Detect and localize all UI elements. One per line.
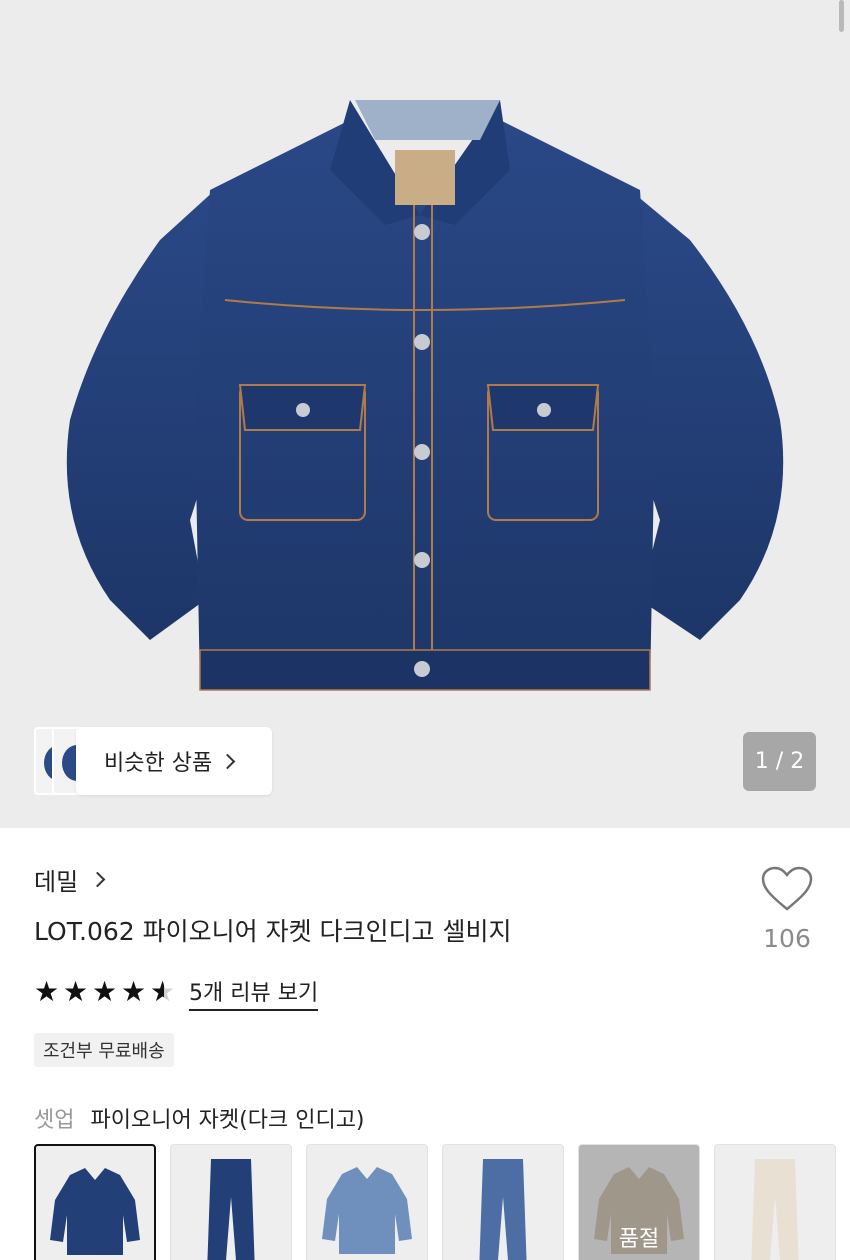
setup-thumb-jacket-dark[interactable] <box>34 1144 156 1260</box>
setup-row: 셋업 파이오니어 자켓(다크 인디고) <box>34 1102 365 1134</box>
chevron-right-icon <box>89 871 106 888</box>
star-icon: ★ <box>92 975 118 1008</box>
product-image-gallery[interactable]: 비슷한 상품 1 / 2 <box>0 0 850 828</box>
star-icon: ★ <box>63 975 89 1008</box>
pants-image <box>207 1159 255 1260</box>
setup-name: 파이오니어 자켓(다크 인디고) <box>90 1108 365 1133</box>
star-icon: ★ <box>34 975 60 1008</box>
pants-image <box>751 1159 799 1260</box>
product-title: LOT.062 파이오니어 자켓 다크인디고 셀비지 <box>34 917 512 946</box>
review-link[interactable]: 5개 리뷰 보기 <box>189 975 319 1011</box>
half-star-icon: ★ ★ <box>150 975 176 1008</box>
star-icon: ★ <box>121 975 147 1008</box>
image-counter: 1 / 2 <box>743 732 816 791</box>
heart-icon <box>761 866 813 911</box>
shipping-badge: 조건부 무료배송 <box>34 1033 174 1067</box>
setup-thumb-jacket-beige[interactable]: 품절 <box>578 1144 700 1260</box>
setup-thumb-jacket-light[interactable] <box>306 1144 428 1260</box>
setup-thumbnails: 품절 <box>34 1144 836 1260</box>
setup-label: 셋업 <box>34 1108 75 1133</box>
jacket-image <box>50 1168 140 1255</box>
setup-thumb-pants-dark[interactable] <box>170 1144 292 1260</box>
product-main-image <box>66 100 784 691</box>
rating-stars: ★ ★ ★ ★ ★ ★ <box>34 978 177 1008</box>
like-count: 106 <box>763 924 811 953</box>
setup-thumb-pants-mid[interactable] <box>442 1144 564 1260</box>
setup-thumb-pants-cream[interactable] <box>714 1144 836 1260</box>
like-button[interactable]: 106 <box>752 866 822 966</box>
similar-products-widget[interactable]: 비슷한 상품 <box>34 727 272 795</box>
similar-products-label: 비슷한 상품 <box>104 751 213 776</box>
rating-row: ★ ★ ★ ★ ★ ★ 5개 리뷰 보기 <box>34 975 319 1011</box>
chevron-right-icon <box>219 753 236 769</box>
similar-products-button[interactable]: 비슷한 상품 <box>76 727 272 795</box>
pants-image <box>479 1159 527 1260</box>
jacket-image <box>322 1167 412 1254</box>
soldout-label: 품절 <box>618 1227 660 1252</box>
brand-link[interactable]: 데밀 <box>34 862 106 897</box>
brand-name: 데밀 <box>34 868 79 896</box>
